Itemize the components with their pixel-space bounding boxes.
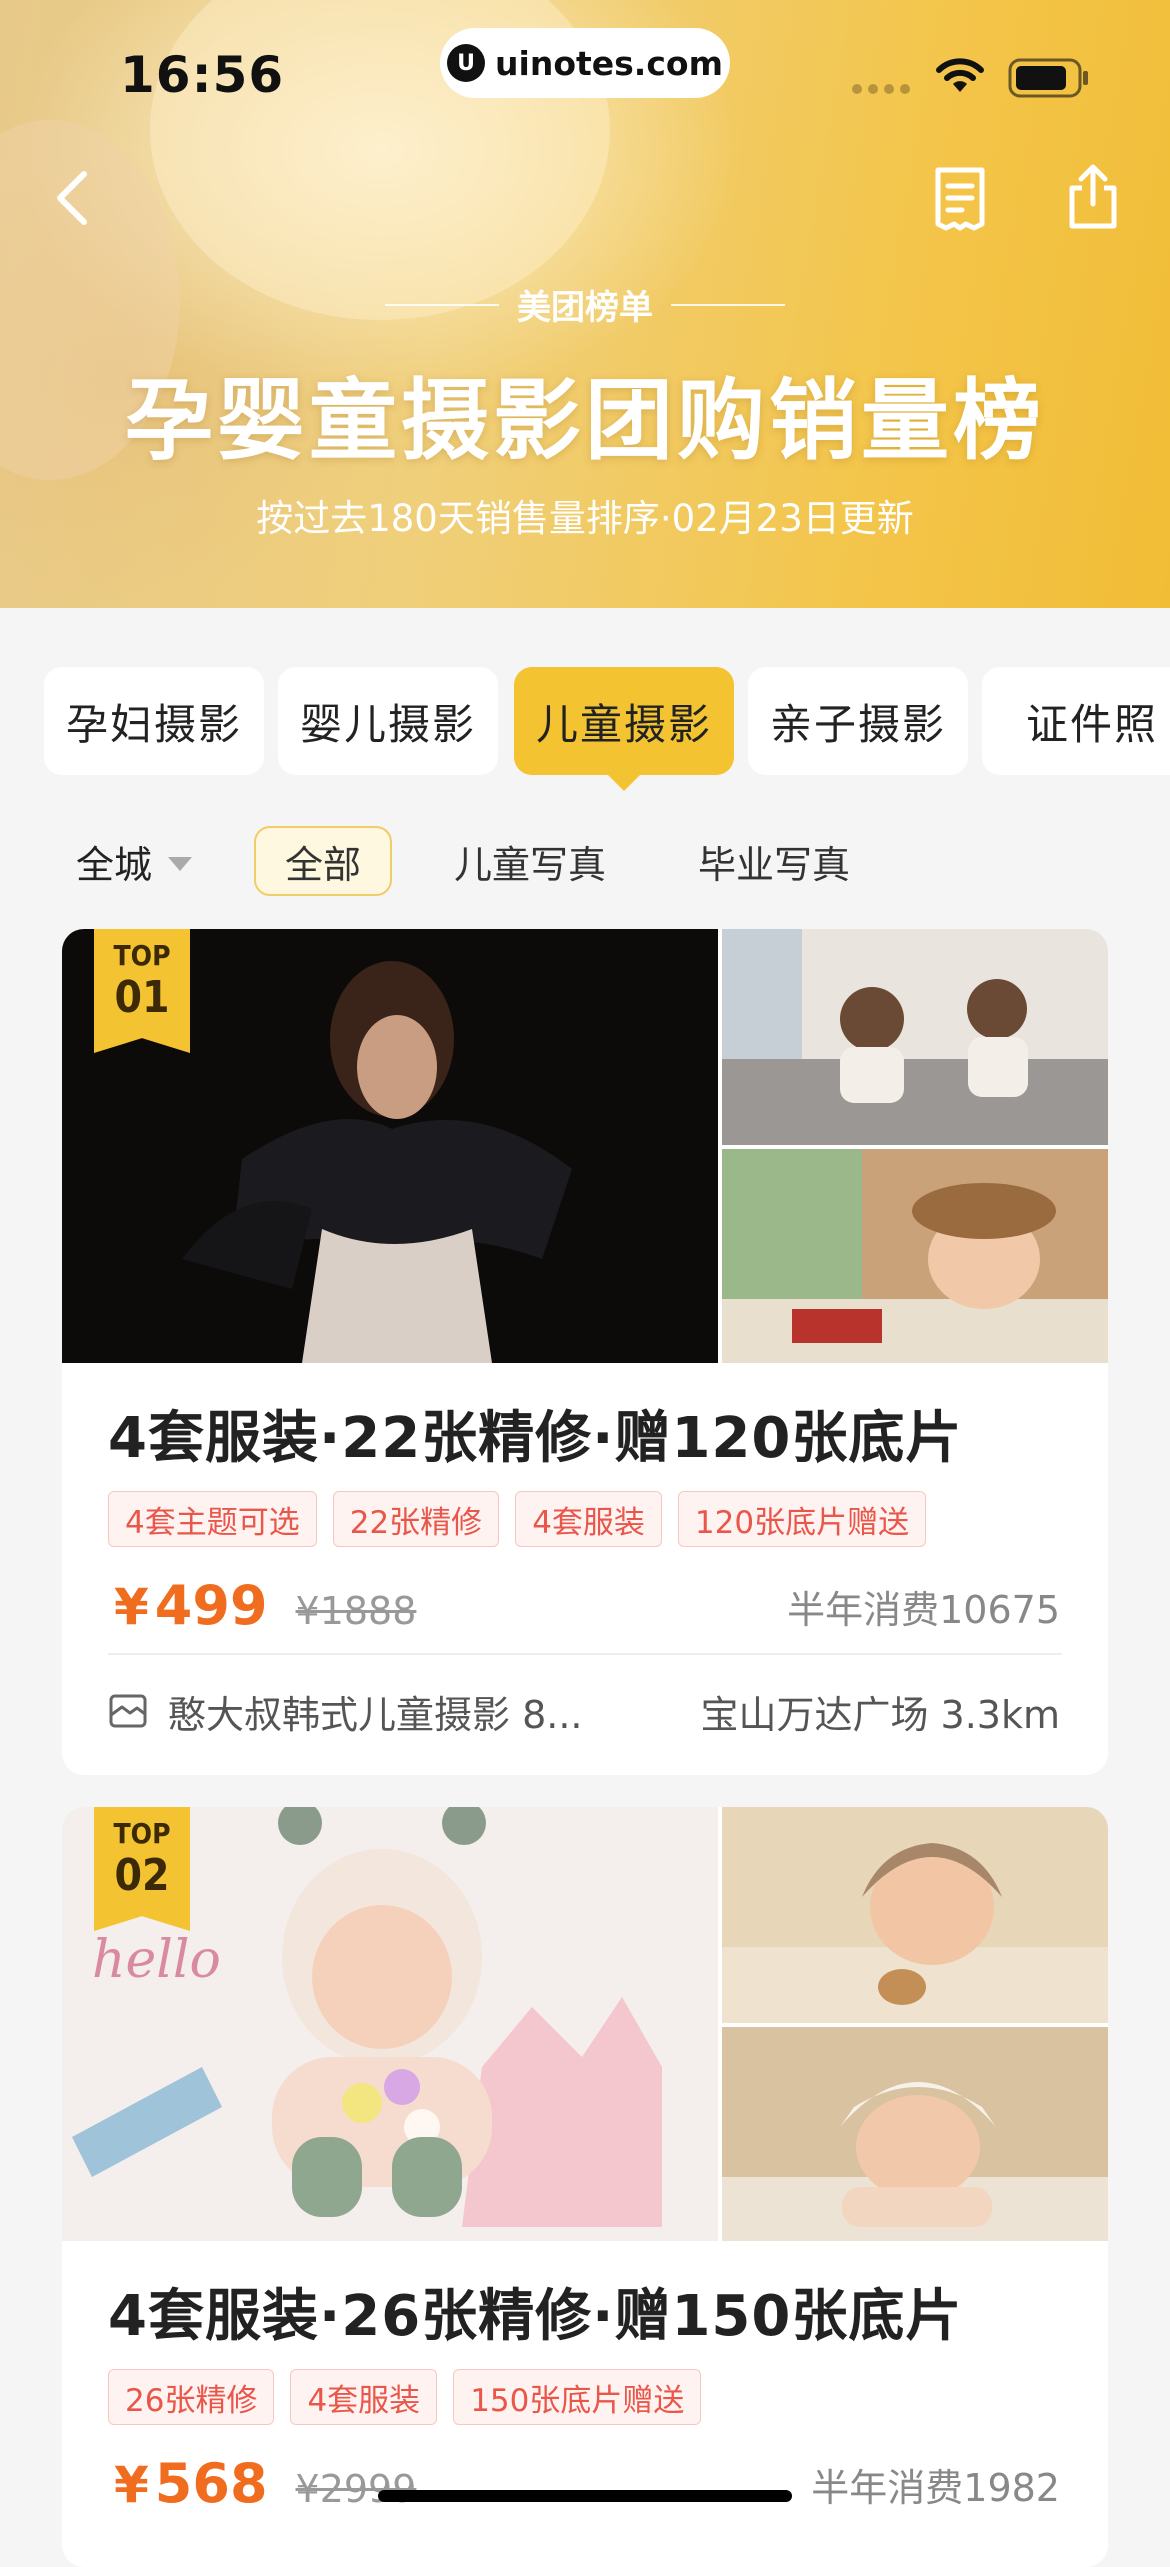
tab-child-photo[interactable]: 儿童摄影: [514, 667, 734, 775]
product-tag: 4套服装: [515, 1491, 662, 1547]
cellular-signal-icon: [852, 84, 910, 94]
sales-count: 半年消费1982: [811, 2466, 1060, 2510]
product-tag: 4套服装: [290, 2369, 438, 2425]
active-tab-caret: [606, 773, 642, 791]
dropdown-arrow-icon: [168, 856, 193, 871]
receipt-icon[interactable]: [932, 166, 988, 232]
site-logo-icon: U: [447, 44, 486, 82]
tab-id-photo[interactable]: 证件照: [982, 667, 1170, 775]
city-label: 全城: [76, 843, 153, 887]
original-price: ¥1888: [295, 1589, 417, 1633]
product-photo-side-1[interactable]: [722, 1807, 1108, 2023]
rank-top-label: TOP: [113, 939, 171, 972]
price-row: ¥499 ¥1888: [114, 1574, 416, 1637]
current-price: ¥499: [114, 1574, 268, 1637]
product-tag: 150张底片赠送: [453, 2369, 702, 2425]
rank-number: 01: [114, 972, 170, 1023]
price-row: ¥568 ¥2999: [114, 2452, 416, 2515]
shop-row[interactable]: 憨大叔韩式儿童摄影 8... 宝山万达广场 3.3km: [108, 1681, 1060, 1741]
product-card[interactable]: hello TOP 02 4套服装·26张精修·赠150张底片 26张精修 4套…: [62, 1807, 1108, 2567]
tab-baby-photo[interactable]: 婴儿摄影: [278, 667, 498, 775]
url-text: uinotes.com: [495, 43, 723, 83]
rank-badge: TOP 01: [94, 929, 190, 1053]
divider: [108, 1653, 1062, 1655]
original-price: ¥2999: [295, 2467, 417, 2511]
chip-child-portrait[interactable]: 儿童写真: [440, 826, 620, 896]
chip-all[interactable]: 全部: [254, 826, 392, 896]
product-card[interactable]: TOP 01 4套服装·22张精修·赠120张底片 4套主题可选 22张精修 4…: [62, 929, 1108, 1775]
product-tags: 4套主题可选 22张精修 4套服装 120张底片赠送: [108, 1491, 927, 1547]
back-icon[interactable]: [48, 168, 98, 228]
status-bar: 16:56 U uinotes.com: [0, 0, 1170, 140]
sales-count: 半年消费10675: [787, 1588, 1060, 1632]
rank-badge: TOP 02: [94, 1807, 190, 1931]
chip-graduation-portrait[interactable]: 毕业写真: [684, 826, 864, 896]
product-photo-side-1[interactable]: [722, 929, 1108, 1145]
city-dropdown[interactable]: 全城: [76, 834, 193, 889]
svg-text:hello: hello: [92, 1930, 221, 1990]
rank-number: 02: [114, 1850, 170, 1901]
product-tag: 4套主题可选: [108, 1491, 317, 1547]
shop-location: 宝山万达广场 3.3km: [700, 1692, 1060, 1737]
share-icon[interactable]: [1064, 162, 1122, 232]
hero-brand-text: 美团榜单: [517, 288, 653, 328]
tab-family-photo[interactable]: 亲子摄影: [748, 667, 968, 775]
product-tag: 120张底片赠送: [677, 1491, 927, 1547]
product-photo-side-2[interactable]: [722, 2027, 1108, 2241]
category-tabs: 孕妇摄影 婴儿摄影 儿童摄影 亲子摄影 证件照: [44, 667, 1170, 791]
url-pill[interactable]: U uinotes.com: [440, 28, 730, 98]
product-title[interactable]: 4套服装·26张精修·赠150张底片: [108, 2271, 962, 2352]
product-photo-side-2[interactable]: [722, 1149, 1108, 1363]
battery-icon: [1008, 58, 1088, 98]
hero-banner: 16:56 U uinotes.com 美团榜单 孕婴童摄影团购销量榜 按过去1…: [0, 0, 1170, 608]
page-subtitle: 按过去180天销售量排序·02月23日更新: [256, 497, 914, 540]
product-title[interactable]: 4套服装·22张精修·赠120张底片: [108, 1393, 962, 1474]
rank-top-label: TOP: [113, 1817, 171, 1850]
product-tag: 26张精修: [108, 2369, 275, 2425]
hero-brand: 美团榜单: [0, 280, 1170, 329]
wifi-icon: [936, 58, 984, 92]
home-indicator[interactable]: [378, 2490, 792, 2502]
shop-name: 憨大叔韩式儿童摄影 8...: [168, 1692, 583, 1737]
product-tags: 26张精修 4套服装 150张底片赠送: [108, 2369, 702, 2425]
current-price: ¥568: [114, 2452, 268, 2515]
filter-row: 全城 全部 儿童写真 毕业写真: [0, 820, 1170, 900]
tab-maternity-photo[interactable]: 孕妇摄影: [44, 667, 264, 775]
page-title: 孕婴童摄影团购销量榜: [124, 369, 1045, 472]
product-tag: 22张精修: [332, 1491, 500, 1547]
shop-icon: [109, 1694, 147, 1728]
status-time: 16:56: [120, 46, 285, 104]
